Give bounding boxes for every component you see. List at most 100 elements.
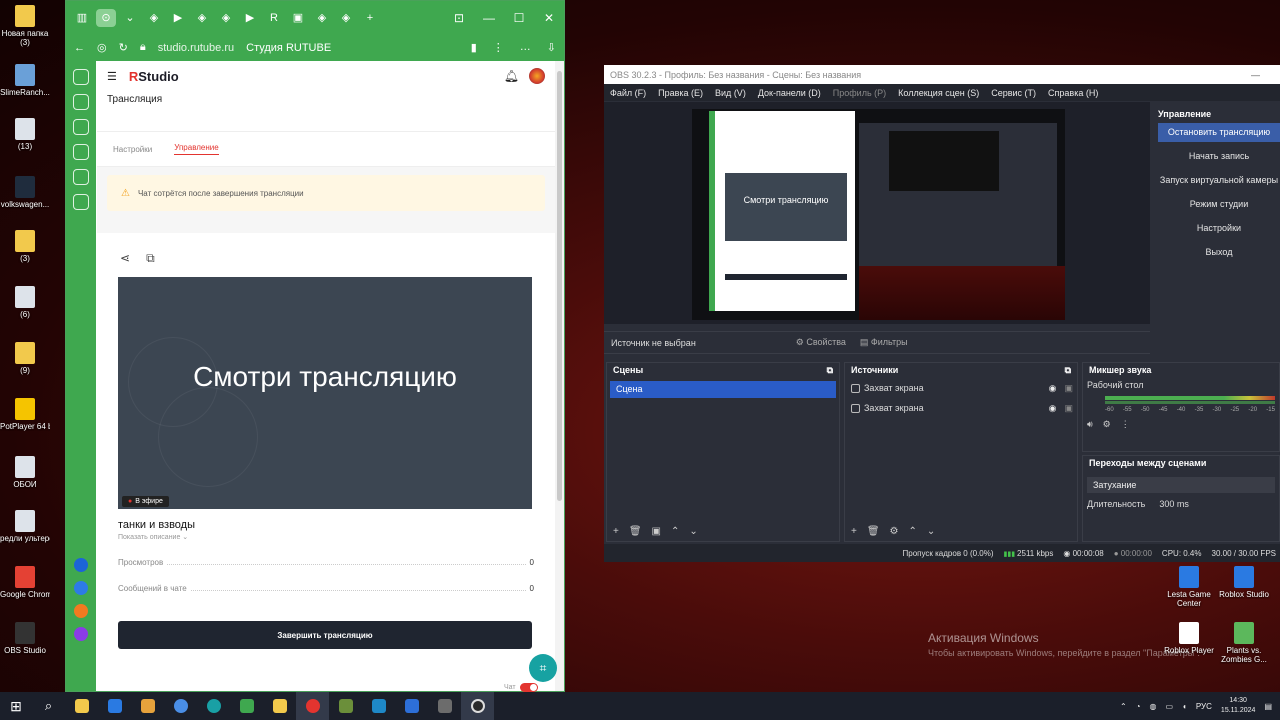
- windows-start-icon[interactable]: ⊞: [0, 698, 32, 715]
- stream-preview[interactable]: Смотри трансляцию В эфире: [118, 277, 532, 509]
- taskbar-obs-icon[interactable]: [461, 692, 494, 720]
- ellipsis-icon[interactable]: …: [520, 41, 531, 54]
- obs-menu-item[interactable]: Вид (V): [715, 88, 746, 98]
- bookmark-icon[interactable]: ⊡: [444, 11, 474, 25]
- sidebar-toggle-icon[interactable]: ▥: [72, 9, 92, 27]
- taskbar-app-icon[interactable]: [362, 692, 395, 720]
- exit-button[interactable]: Выход: [1158, 243, 1280, 262]
- obs-menu-item[interactable]: Док-панели (D): [758, 88, 821, 98]
- close-button[interactable]: ✕: [534, 11, 564, 25]
- tab-settings[interactable]: Настройки: [113, 145, 152, 154]
- desktop-icon[interactable]: (13): [0, 118, 50, 151]
- obs-menu-item[interactable]: Правка (E): [658, 88, 703, 98]
- desktop-icon[interactable]: volkswagen...: [0, 176, 50, 209]
- hamburger-menu-icon[interactable]: ☰: [107, 70, 117, 83]
- move-down-icon[interactable]: ⌄: [927, 526, 935, 537]
- trash-icon[interactable]: 🗑︎: [867, 526, 880, 537]
- tray-app-icon[interactable]: ◍: [1150, 702, 1157, 711]
- desktop-icon[interactable]: PotPlayer 64 bit: [0, 398, 50, 431]
- page-scrollbar[interactable]: [555, 61, 564, 691]
- settings-button[interactable]: Настройки: [1158, 219, 1280, 238]
- reload-icon[interactable]: ↻: [119, 41, 128, 54]
- source-checkbox[interactable]: [851, 403, 860, 413]
- stop-stream-button[interactable]: Остановить трансляцию: [1158, 123, 1280, 142]
- desktop-icon[interactable]: Lesta Game Center: [1160, 566, 1218, 608]
- source-item[interactable]: Захват экрана ◉ ▣: [845, 398, 1077, 418]
- desktop-icon[interactable]: (9): [0, 342, 50, 375]
- obs-menu-item[interactable]: Коллекция сцен (S): [898, 88, 979, 98]
- filter-icon[interactable]: ▣: [652, 526, 661, 537]
- gear-icon[interactable]: ⚙: [890, 526, 899, 537]
- desktop-icon[interactable]: Plants vs. Zombies G...: [1215, 622, 1273, 664]
- taskbar-explorer-icon[interactable]: [65, 692, 98, 720]
- source-checkbox[interactable]: [851, 383, 860, 393]
- tray-arrow-icon[interactable]: ⌃: [1120, 702, 1127, 711]
- properties-button[interactable]: ⚙ Свойства: [796, 337, 846, 348]
- undock-icon[interactable]: ⧉: [1065, 365, 1071, 376]
- tab-list-icon[interactable]: ⌄: [120, 9, 140, 27]
- tab-icon[interactable]: ▶: [168, 9, 188, 27]
- tab-icon[interactable]: R: [264, 9, 284, 27]
- mixer-menu-icon[interactable]: ⋮: [1121, 419, 1130, 430]
- taskbar-app-icon[interactable]: [395, 692, 428, 720]
- start-recording-button[interactable]: Начать запись: [1158, 147, 1280, 166]
- sidebar-app-icon[interactable]: [73, 144, 89, 160]
- lock-icon[interactable]: ▣: [1064, 403, 1073, 414]
- avatar[interactable]: [529, 68, 545, 84]
- sidebar-app-icon[interactable]: [73, 119, 89, 135]
- notifications-icon[interactable]: ▤: [1264, 702, 1272, 711]
- tab-icon[interactable]: ◈: [216, 9, 236, 27]
- duration-input[interactable]: 300 ms: [1159, 499, 1189, 509]
- add-icon[interactable]: +: [613, 526, 619, 537]
- speaker-icon[interactable]: 🔊︎: [1087, 419, 1093, 430]
- shield-icon[interactable]: ◎: [97, 41, 107, 54]
- obs-preview[interactable]: Смотри трансляцию: [692, 109, 1065, 320]
- sidebar-service-icon[interactable]: [74, 558, 88, 572]
- tab-management[interactable]: Управление: [174, 143, 219, 155]
- desktop-icon[interactable]: SlimeRanch...: [0, 64, 50, 97]
- menu-dots-icon[interactable]: ⋮: [493, 41, 504, 54]
- tray-app-icon[interactable]: ◔: [1136, 702, 1141, 711]
- network-icon[interactable]: ▭: [1165, 702, 1173, 711]
- mixer-gear-icon[interactable]: ⚙: [1103, 419, 1111, 430]
- taskbar-app-icon[interactable]: [164, 692, 197, 720]
- taskbar-folder-icon[interactable]: [263, 692, 296, 720]
- trash-icon[interactable]: 🗑︎: [629, 526, 642, 537]
- language-indicator[interactable]: РУС: [1196, 702, 1212, 711]
- desktop-icon[interactable]: ОБОИ: [0, 456, 50, 489]
- odnoklassniki-icon[interactable]: [74, 604, 88, 618]
- obs-menu-item[interactable]: Профиль (P): [833, 88, 886, 98]
- sidebar-video-icon[interactable]: [73, 94, 89, 110]
- search-icon[interactable]: ⌕: [32, 692, 65, 720]
- download-icon[interactable]: ⇩: [547, 41, 556, 54]
- tab-icon[interactable]: ◈: [312, 9, 332, 27]
- filters-button[interactable]: ▤ Фильтры: [860, 337, 908, 348]
- url-domain[interactable]: studio.rutube.ru: [158, 42, 234, 54]
- external-link-icon[interactable]: ⧉: [146, 251, 155, 266]
- desktop-icon[interactable]: Roblox Studio: [1215, 566, 1273, 599]
- studio-mode-button[interactable]: Режим студии: [1158, 195, 1280, 214]
- add-icon[interactable]: +: [851, 526, 857, 537]
- vk-icon[interactable]: [74, 581, 88, 595]
- desktop-icon[interactable]: OBS Studio: [0, 622, 50, 655]
- move-up-icon[interactable]: ⌃: [909, 526, 917, 537]
- undock-icon[interactable]: ⧉: [827, 365, 833, 376]
- taskbar-app-icon[interactable]: [329, 692, 362, 720]
- start-virtual-camera-button[interactable]: Запуск виртуальной камеры: [1158, 171, 1280, 190]
- chat-toggle[interactable]: Чат: [504, 683, 538, 692]
- desktop-icon[interactable]: Новая папка (3): [0, 5, 50, 47]
- show-description-link[interactable]: Показать описание ⌄: [118, 533, 534, 541]
- transition-select[interactable]: Затухание: [1087, 477, 1275, 493]
- eye-icon[interactable]: ◉: [1049, 383, 1057, 394]
- back-icon[interactable]: ←: [74, 42, 85, 54]
- taskbar-app-icon[interactable]: [98, 692, 131, 720]
- tab-icon[interactable]: ◈: [336, 9, 356, 27]
- rutube-studio-logo[interactable]: RStudio: [129, 69, 179, 84]
- tab-icon-active[interactable]: ⊙: [96, 8, 116, 27]
- taskbar-app-icon[interactable]: [131, 692, 164, 720]
- bell-icon[interactable]: 🔔︎: [504, 69, 519, 83]
- source-item[interactable]: Захват экрана ◉ ▣: [845, 378, 1077, 398]
- eye-icon[interactable]: ◉: [1049, 403, 1057, 414]
- obs-preview-area[interactable]: Смотри трансляцию: [604, 102, 1150, 324]
- minimize-button[interactable]: —: [474, 11, 504, 25]
